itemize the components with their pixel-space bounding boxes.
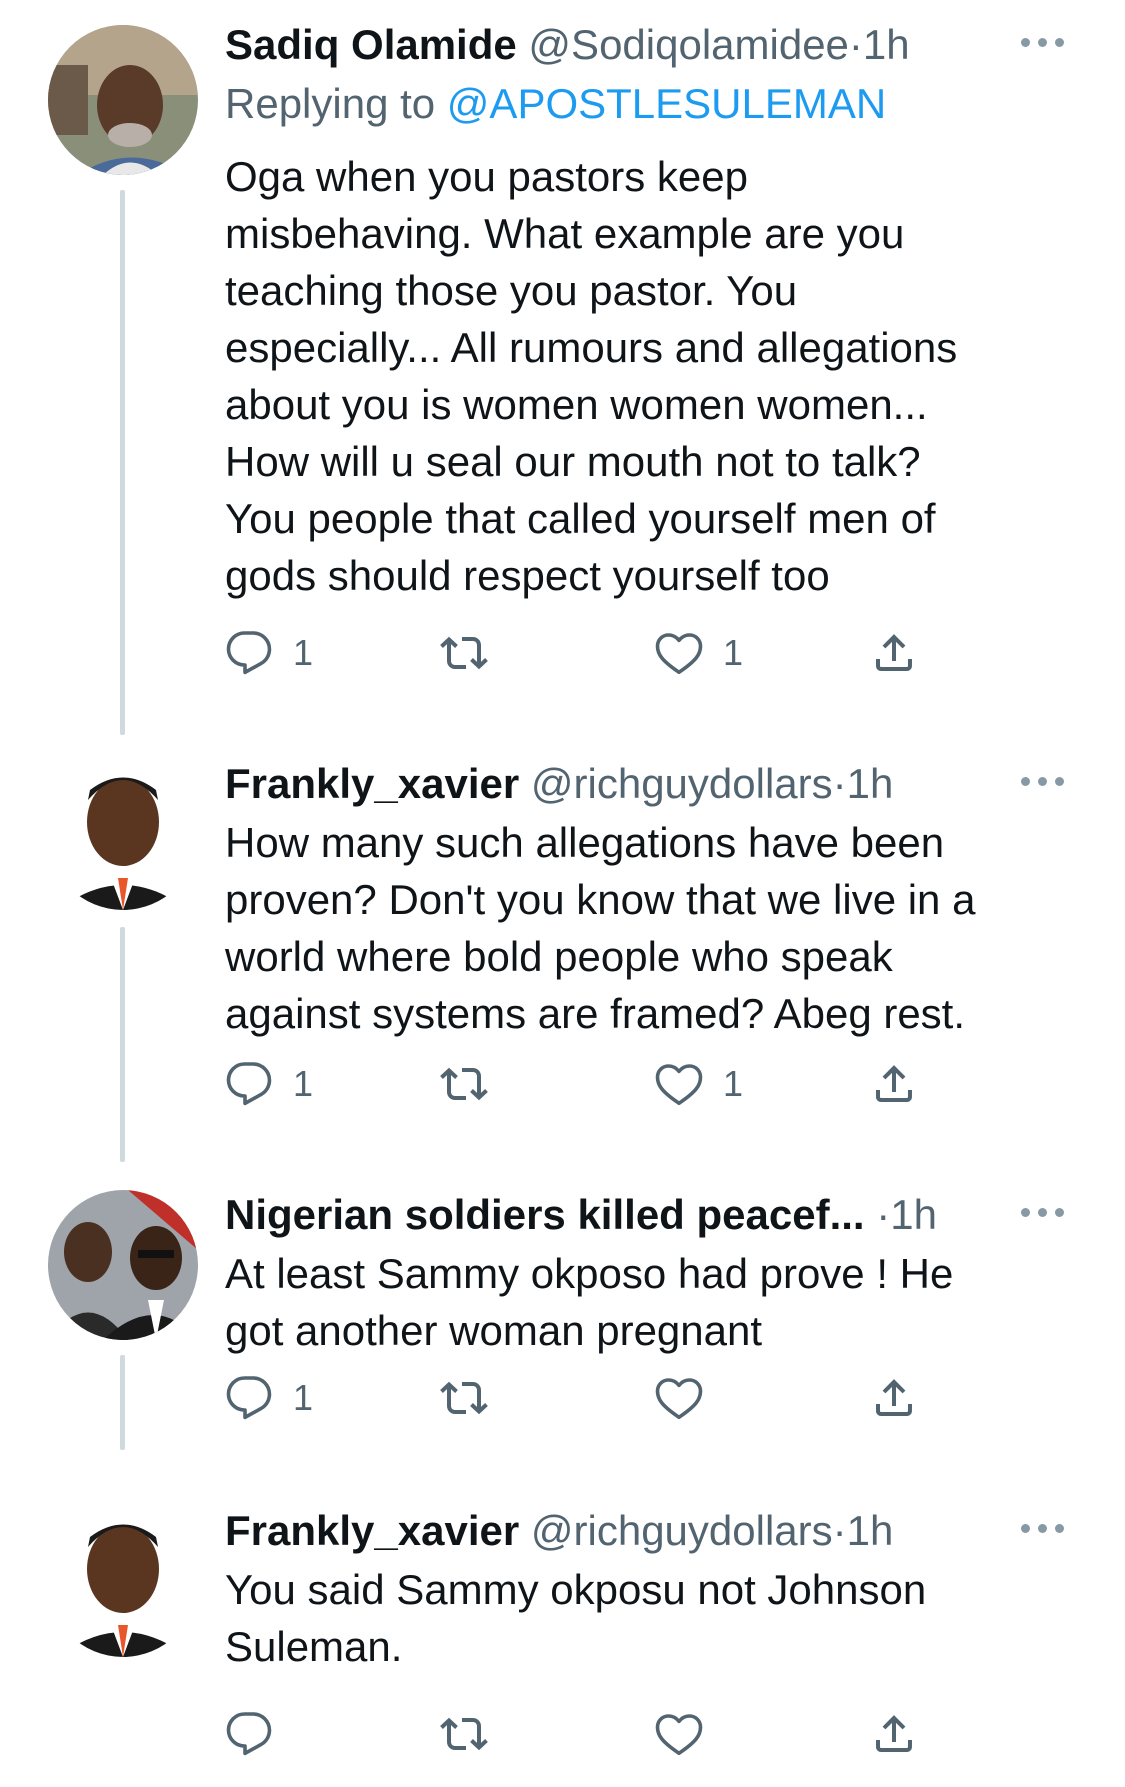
text-line: You people that called yourself men of bbox=[225, 495, 936, 542]
display-name[interactable]: Frankly_xavier bbox=[225, 1507, 519, 1554]
reply-button[interactable]: 1 bbox=[225, 1059, 313, 1109]
action-bar: 1 1 bbox=[225, 628, 945, 678]
thread-line bbox=[120, 190, 125, 735]
timestamp[interactable]: 1h bbox=[890, 1191, 937, 1238]
text-line: gods should respect yourself too bbox=[225, 552, 830, 599]
text-line: world where bold people who speak bbox=[225, 933, 893, 980]
retweet-button[interactable] bbox=[440, 1059, 488, 1109]
reply-button[interactable]: 1 bbox=[225, 628, 313, 678]
retweet-icon bbox=[440, 1067, 488, 1101]
like-count: 1 bbox=[723, 1063, 744, 1104]
retweet-icon bbox=[440, 1717, 488, 1751]
like-button[interactable] bbox=[655, 1373, 723, 1423]
heart-icon bbox=[655, 633, 703, 675]
action-bar: 1 1 bbox=[225, 1059, 945, 1109]
reply-button[interactable] bbox=[225, 1709, 293, 1759]
retweet-icon bbox=[440, 636, 488, 670]
text-line: about you is women women women... bbox=[225, 381, 928, 428]
more-options-icon[interactable] bbox=[1021, 38, 1065, 50]
display-name[interactable]: Frankly_xavier bbox=[225, 760, 519, 807]
tweet-header: Frankly_xavier @richguydollars·1h bbox=[225, 1504, 1065, 1558]
text-line: proven? Don't you know that we live in a bbox=[225, 876, 976, 923]
tweet-text: How many such allegations have been prov… bbox=[225, 814, 1065, 1042]
more-options-icon[interactable] bbox=[1021, 1524, 1065, 1536]
like-count: 1 bbox=[723, 632, 744, 673]
share-icon bbox=[876, 1379, 912, 1416]
separator-dot: · bbox=[848, 21, 863, 68]
reply-icon bbox=[226, 1376, 272, 1420]
avatar[interactable] bbox=[48, 760, 198, 910]
reply-icon bbox=[226, 1712, 272, 1756]
reply-count: 1 bbox=[293, 1377, 314, 1418]
retweet-button[interactable] bbox=[440, 1373, 488, 1423]
more-options-icon[interactable] bbox=[1021, 1208, 1065, 1220]
tweet-header: Sadiq Olamide @Sodiqolamidee·1h bbox=[225, 18, 1065, 72]
timestamp[interactable]: 1h bbox=[847, 760, 894, 807]
share-icon bbox=[876, 1715, 912, 1752]
replying-to: Replying to @APOSTLESULEMAN bbox=[225, 77, 886, 131]
mention-link[interactable]: @APOSTLESULEMAN bbox=[447, 80, 886, 127]
username[interactable]: @Sodiqolamidee bbox=[528, 21, 849, 68]
username[interactable]: @richguydollars bbox=[531, 1507, 833, 1554]
heart-icon bbox=[655, 1378, 703, 1420]
retweet-button[interactable] bbox=[440, 628, 488, 678]
retweet-button[interactable] bbox=[440, 1709, 488, 1759]
replying-label: Replying to bbox=[225, 80, 436, 127]
share-button[interactable] bbox=[870, 1373, 918, 1423]
like-button[interactable]: 1 bbox=[655, 628, 743, 678]
text-line: You said Sammy okposu not Johnson bbox=[225, 1566, 927, 1613]
avatar[interactable] bbox=[48, 1507, 198, 1657]
avatar[interactable] bbox=[48, 1190, 198, 1340]
share-button[interactable] bbox=[870, 1059, 918, 1109]
display-name[interactable]: Sadiq Olamide bbox=[225, 21, 517, 68]
text-line: How many such allegations have been bbox=[225, 819, 945, 866]
share-icon bbox=[876, 1065, 912, 1102]
like-button[interactable]: 1 bbox=[655, 1059, 743, 1109]
timestamp[interactable]: 1h bbox=[863, 21, 910, 68]
timestamp[interactable]: 1h bbox=[847, 1507, 894, 1554]
heart-icon bbox=[655, 1064, 703, 1106]
tweet-text: Oga when you pastors keep misbehaving. W… bbox=[225, 148, 1065, 604]
username[interactable]: @richguydollars bbox=[531, 760, 833, 807]
text-line: got another woman pregnant bbox=[225, 1307, 763, 1354]
text-line: Oga when you pastors keep bbox=[225, 153, 748, 200]
text-line: How will u seal our mouth not to talk? bbox=[225, 438, 921, 485]
retweet-icon bbox=[440, 1381, 488, 1415]
reply-icon bbox=[226, 1062, 272, 1106]
tweet-header: Nigerian soldiers killed peacef... ·1h bbox=[225, 1188, 1065, 1242]
tweet-header: Frankly_xavier @richguydollars·1h bbox=[225, 757, 1065, 811]
text-line: misbehaving. What example are you bbox=[225, 210, 905, 257]
separator-dot: · bbox=[832, 1507, 847, 1554]
reply-button[interactable]: 1 bbox=[225, 1373, 313, 1423]
thread-line bbox=[120, 1355, 125, 1450]
text-line: teaching those you pastor. You bbox=[225, 267, 798, 314]
display-name[interactable]: Nigerian soldiers killed peacef... bbox=[225, 1191, 865, 1238]
avatar[interactable] bbox=[48, 25, 198, 175]
text-line: Suleman. bbox=[225, 1623, 403, 1670]
share-icon bbox=[876, 634, 912, 671]
reply-count: 1 bbox=[293, 1063, 314, 1104]
tweet-text: You said Sammy okposu not Johnson Sulema… bbox=[225, 1561, 1065, 1675]
action-bar bbox=[225, 1709, 945, 1759]
heart-icon bbox=[655, 1714, 703, 1756]
share-button[interactable] bbox=[870, 1709, 918, 1759]
separator-dot: · bbox=[832, 760, 847, 807]
reply-icon bbox=[226, 631, 272, 675]
reply-count: 1 bbox=[293, 632, 314, 673]
separator-dot: · bbox=[876, 1191, 891, 1238]
action-bar: 1 bbox=[225, 1373, 945, 1423]
text-line: especially... All rumours and allegation… bbox=[225, 324, 958, 371]
text-line: against systems are framed? Abeg rest. bbox=[225, 990, 966, 1037]
like-button[interactable] bbox=[655, 1709, 723, 1759]
thread-line bbox=[120, 927, 125, 1162]
tweet-text: At least Sammy okposo had prove ! He got… bbox=[225, 1245, 1065, 1359]
text-line: At least Sammy okposo had prove ! He bbox=[225, 1250, 954, 1297]
more-options-icon[interactable] bbox=[1021, 777, 1065, 789]
share-button[interactable] bbox=[870, 628, 918, 678]
